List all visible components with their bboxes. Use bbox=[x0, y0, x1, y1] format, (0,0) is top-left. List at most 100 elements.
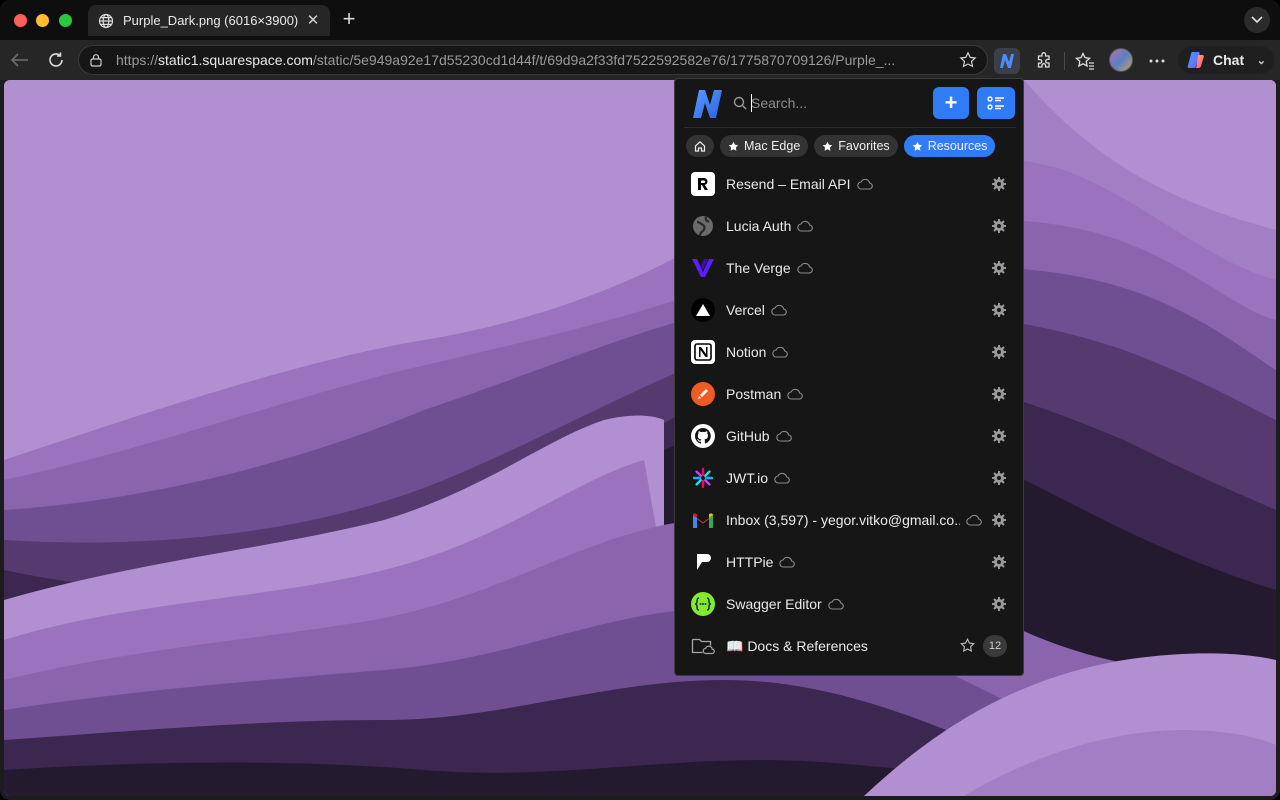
gmail-icon bbox=[691, 508, 715, 532]
bookmark-label: Inbox (3,597) - yegor.vitko@gmail.co... bbox=[726, 512, 960, 528]
favorites-button[interactable] bbox=[1072, 48, 1098, 74]
toolbar: https://static1.squarespace.com/static/5… bbox=[0, 40, 1280, 80]
folder-docs-references[interactable]: 📖 Docs & References 12 bbox=[675, 625, 1023, 667]
chat-label: Chat bbox=[1213, 52, 1245, 68]
popup-header: + bbox=[675, 79, 1023, 127]
purple-waves-wallpaper bbox=[4, 80, 1276, 796]
bookmark-extension-button[interactable] bbox=[994, 48, 1020, 74]
close-window-button[interactable] bbox=[14, 14, 27, 27]
list-view-button[interactable] bbox=[977, 87, 1015, 119]
bookmark-jwt[interactable]: JWT.io bbox=[675, 457, 1023, 499]
cloud-icon bbox=[827, 598, 844, 610]
favorites-star-icon bbox=[1075, 52, 1094, 70]
gear-icon[interactable] bbox=[992, 555, 1006, 569]
bookmark-label: Vercel bbox=[726, 302, 765, 318]
chevron-down-icon bbox=[1251, 16, 1263, 24]
text-caret bbox=[751, 94, 752, 112]
new-tab-button[interactable]: + bbox=[338, 8, 360, 31]
bookmark-label: Swagger Editor bbox=[726, 596, 822, 612]
gear-icon[interactable] bbox=[992, 471, 1006, 485]
more-menu-button[interactable] bbox=[1144, 48, 1170, 74]
search-icon bbox=[733, 96, 747, 110]
cloud-icon bbox=[772, 346, 789, 358]
vercel-icon bbox=[691, 298, 715, 322]
chevron-down-icon: ⌄ bbox=[1256, 54, 1266, 67]
bookmark-resend[interactable]: Resend – Email API bbox=[675, 163, 1023, 205]
copilot-chat-button[interactable]: Chat ⌄ bbox=[1178, 46, 1274, 74]
chip-resources[interactable]: Resources bbox=[903, 135, 996, 157]
chip-favorites[interactable]: Favorites bbox=[814, 135, 898, 157]
search-input[interactable] bbox=[751, 91, 901, 115]
gear-icon[interactable] bbox=[992, 513, 1006, 527]
star-outline-icon[interactable] bbox=[960, 638, 975, 653]
folder-label: 📖 Docs & References bbox=[726, 637, 868, 654]
gear-icon[interactable] bbox=[992, 261, 1006, 275]
bookmark-lucia-auth[interactable]: Lucia Auth bbox=[675, 205, 1023, 247]
bookmark-label: JWT.io bbox=[726, 470, 768, 486]
minimize-window-button[interactable] bbox=[36, 14, 49, 27]
url-path: /static/5e949a92e17d55230cd1d44f/t/69d9a… bbox=[312, 52, 896, 68]
tab-title: Purple_Dark.png (6016×3900) bbox=[123, 13, 299, 28]
back-button[interactable] bbox=[8, 48, 32, 72]
postman-icon bbox=[691, 382, 715, 406]
gear-icon[interactable] bbox=[992, 177, 1006, 191]
maximize-window-button[interactable] bbox=[59, 14, 72, 27]
bookmark-label: Notion bbox=[726, 344, 767, 360]
favorite-star-icon[interactable] bbox=[959, 51, 977, 69]
add-bookmark-button[interactable]: + bbox=[933, 87, 969, 119]
chip-label: Mac Edge bbox=[744, 139, 801, 153]
bookmark-notion[interactable]: Notion bbox=[675, 331, 1023, 373]
bookmark-label: The Verge bbox=[726, 260, 791, 276]
cloud-icon bbox=[966, 514, 982, 526]
gear-icon[interactable] bbox=[992, 597, 1006, 611]
bookmark-httpie[interactable]: HTTPie bbox=[675, 541, 1023, 583]
refresh-icon bbox=[49, 52, 63, 67]
folder-cloud-icon bbox=[691, 634, 715, 658]
cloud-icon bbox=[771, 304, 787, 316]
browser-tab[interactable]: Purple_Dark.png (6016×3900) ✕ bbox=[88, 5, 330, 36]
resend-icon bbox=[691, 172, 715, 196]
cloud-icon bbox=[775, 430, 792, 442]
home-icon bbox=[694, 140, 706, 152]
chip-home[interactable] bbox=[686, 135, 714, 157]
gear-icon[interactable] bbox=[992, 219, 1006, 233]
toolbar-divider bbox=[1064, 52, 1065, 70]
extensions-button[interactable] bbox=[1031, 48, 1057, 74]
profile-avatar[interactable] bbox=[1109, 48, 1133, 72]
gear-icon[interactable] bbox=[992, 387, 1006, 401]
verge-icon bbox=[691, 256, 715, 280]
bookmark-swagger-editor[interactable]: Swagger Editor bbox=[675, 583, 1023, 625]
bookmark-github[interactable]: GitHub bbox=[675, 415, 1023, 457]
bookmark-label: HTTPie bbox=[726, 554, 774, 570]
cloud-icon bbox=[774, 472, 790, 484]
folder-chips: Mac Edge Favorites Resources bbox=[686, 135, 996, 157]
app-logo-icon bbox=[693, 90, 722, 118]
bookmark-postman[interactable]: Postman bbox=[675, 373, 1023, 415]
gear-icon[interactable] bbox=[992, 303, 1006, 317]
header-divider bbox=[684, 127, 1016, 128]
lucia-icon bbox=[691, 214, 715, 238]
bookmark-gmail-inbox[interactable]: Inbox (3,597) - yegor.vitko@gmail.co... bbox=[675, 499, 1023, 541]
tab-close-icon[interactable]: ✕ bbox=[306, 13, 320, 28]
bookmark-list: Resend – Email API Lucia Auth The Verge bbox=[675, 163, 1023, 667]
gear-icon[interactable] bbox=[992, 345, 1006, 359]
extension-logo-icon bbox=[1000, 54, 1014, 68]
notion-icon bbox=[691, 340, 715, 364]
chip-label: Favorites bbox=[838, 139, 890, 153]
list-icon bbox=[987, 96, 1004, 110]
cloud-icon bbox=[796, 262, 813, 274]
bookmark-the-verge[interactable]: The Verge bbox=[675, 247, 1023, 289]
image-viewport bbox=[4, 80, 1276, 796]
address-bar[interactable]: https://static1.squarespace.com/static/5… bbox=[78, 45, 988, 75]
chip-mac-edge[interactable]: Mac Edge bbox=[720, 135, 809, 157]
bookmark-vercel[interactable]: Vercel bbox=[675, 289, 1023, 331]
back-arrow-icon bbox=[11, 53, 28, 67]
puzzle-icon bbox=[1037, 52, 1050, 68]
tab-menu-button[interactable] bbox=[1244, 7, 1270, 33]
browser-window: Purple_Dark.png (6016×3900) ✕ + https://… bbox=[0, 0, 1280, 800]
gear-icon[interactable] bbox=[992, 429, 1006, 443]
swagger-icon bbox=[691, 592, 715, 616]
refresh-button[interactable] bbox=[44, 48, 68, 72]
cloud-icon bbox=[856, 178, 873, 190]
jwt-icon bbox=[691, 466, 715, 490]
